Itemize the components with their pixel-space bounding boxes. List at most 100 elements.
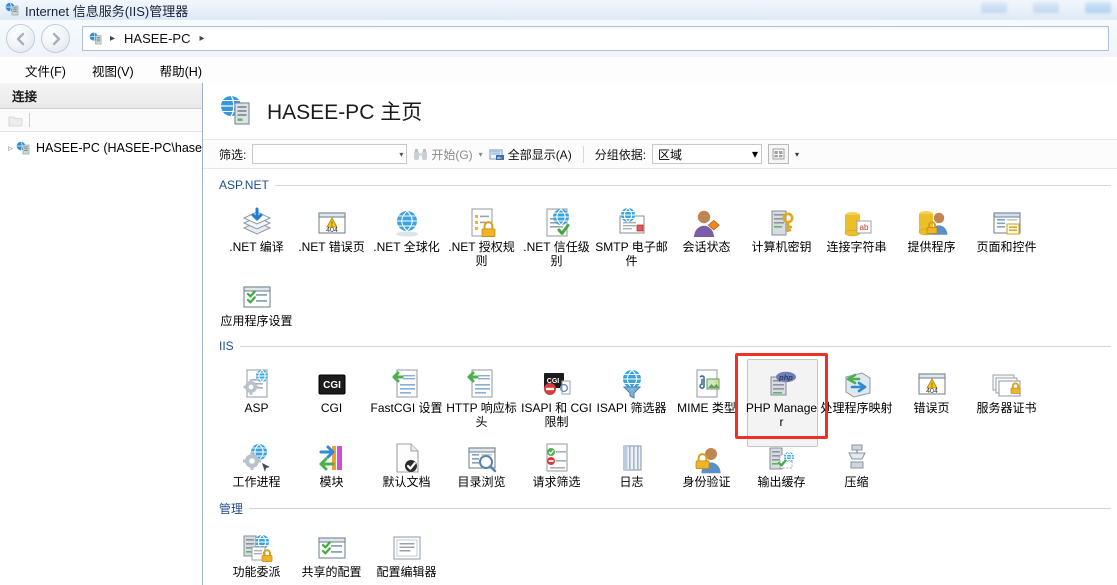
- breadcrumb-server[interactable]: HASEE-PC: [120, 31, 194, 46]
- connections-sidebar: 连接 ▹ HASEE-PC (HASEE-PC\hase: [0, 83, 203, 585]
- view-mode-icon[interactable]: [768, 144, 790, 164]
- feature-label: 模块: [319, 475, 344, 489]
- filter-go-caret[interactable]: ▾: [479, 150, 483, 159]
- feature-item[interactable]: ASP: [219, 357, 294, 431]
- feature-item[interactable]: 提供程序: [894, 196, 969, 270]
- title-bar: Internet 信息服务(IIS)管理器: [0, 0, 1117, 21]
- svg-text:404: 404: [326, 227, 338, 234]
- feature-item[interactable]: 模块: [294, 431, 369, 491]
- feature-item[interactable]: .NET 编译: [219, 196, 294, 270]
- feature-item[interactable]: .NET 授权规则: [444, 196, 519, 270]
- close-button[interactable]: [1085, 2, 1111, 13]
- feature-item[interactable]: 日志: [594, 431, 669, 491]
- feature-item[interactable]: SMTP 电子邮件: [594, 196, 669, 270]
- connect-folder-icon[interactable]: [8, 114, 23, 127]
- back-arrow-icon[interactable]: [6, 24, 35, 53]
- show-all-button[interactable]: ab 全部显示(A): [489, 146, 572, 163]
- feature-label: .NET 全球化: [373, 240, 440, 254]
- feature-label: 计算机密钥: [751, 240, 812, 254]
- menu-view[interactable]: 视图(V): [79, 58, 147, 83]
- feature-item[interactable]: 服务器证书: [969, 357, 1044, 431]
- feature-label: 提供程序: [907, 240, 956, 254]
- chevron-down-icon[interactable]: ▾: [752, 147, 758, 161]
- feature-label: FastCGI 设置: [370, 401, 443, 415]
- feature-item[interactable]: CGI CGI: [294, 357, 369, 431]
- server-certificates-icon: [990, 363, 1024, 401]
- feature-label: .NET 编译: [229, 240, 284, 254]
- feature-item[interactable]: 计算机密钥: [744, 196, 819, 270]
- section-header: IIS: [219, 339, 1117, 353]
- feature-label: 请求筛选: [532, 475, 581, 489]
- breadcrumb-separator-1: ▸: [110, 33, 116, 44]
- feature-item[interactable]: 应用程序设置: [219, 270, 294, 330]
- feature-item[interactable]: 默认文档: [369, 431, 444, 491]
- address-bar[interactable]: ▸ HASEE-PC ▸: [82, 26, 1109, 51]
- session-state-icon: [690, 202, 724, 240]
- feature-item[interactable]: 页面和控件: [969, 196, 1044, 270]
- groupby-label: 分组依据:: [594, 147, 647, 162]
- feature-item[interactable]: 请求筛选: [519, 431, 594, 491]
- tree-item-server[interactable]: ▹ HASEE-PC (HASEE-PC\hase: [0, 138, 202, 158]
- feature-item[interactable]: 输出缓存: [744, 431, 819, 491]
- menu-file[interactable]: 文件(F): [12, 58, 79, 83]
- tree-item-label: HASEE-PC (HASEE-PC\hase: [35, 141, 202, 155]
- forward-arrow-icon[interactable]: [41, 24, 70, 53]
- feature-item[interactable]: 功能委派: [219, 521, 294, 581]
- feature-item[interactable]: 会话状态: [669, 196, 744, 270]
- filter-label: 筛选:: [219, 147, 247, 162]
- feature-item[interactable]: 压缩: [819, 431, 894, 491]
- toolbar-separator: [29, 113, 30, 127]
- page-header: HASEE-PC 主页: [203, 83, 1117, 139]
- feature-item[interactable]: 身份验证: [669, 431, 744, 491]
- section-title: 管理: [219, 502, 244, 516]
- feature-item[interactable]: 目录浏览: [444, 431, 519, 491]
- error-pages-icon: ! 404: [915, 363, 949, 401]
- show-all-label: 全部显示(A): [507, 147, 572, 162]
- feature-item[interactable]: 共享的配置: [294, 521, 369, 581]
- providers-icon: [915, 202, 949, 240]
- filter-go-button[interactable]: 开始(G): [413, 146, 473, 163]
- feature-item[interactable]: 工作进程: [219, 431, 294, 491]
- isapi-filters-icon: [615, 363, 649, 401]
- isapi-cgi-restrictions-icon: CGI: [540, 363, 574, 401]
- connection-strings-icon: ab: [840, 202, 874, 240]
- view-mode-caret[interactable]: ▾: [795, 150, 799, 159]
- feature-label: CGI: [320, 401, 343, 415]
- menu-help[interactable]: 帮助(H): [147, 58, 215, 83]
- feature-item[interactable]: HTTP 响应标头: [444, 357, 519, 431]
- feature-item[interactable]: ab 连接字符串: [819, 196, 894, 270]
- feature-item[interactable]: .NET 全球化: [369, 196, 444, 270]
- feature-label: 日志: [619, 475, 644, 489]
- feature-grid: .NET 编译 ! 404 .NET 错误页 .NET 全球化 .NET 授权规则 .NET…: [219, 192, 1117, 330]
- filter-go-label: 开始(G): [431, 147, 473, 162]
- feature-item[interactable]: ! 404 .NET 错误页: [294, 196, 369, 270]
- feature-item[interactable]: php PHP Manager: [744, 357, 819, 447]
- menu-bar: 文件(F) 视图(V) 帮助(H): [0, 57, 1117, 84]
- iis-server-icon: [5, 2, 20, 19]
- chevron-right-icon[interactable]: ▹: [8, 143, 13, 154]
- show-all-icon: ab: [489, 148, 505, 161]
- cgi-icon: CGI: [315, 363, 349, 401]
- feature-item[interactable]: .NET 信任级别: [519, 196, 594, 270]
- window-controls[interactable]: [981, 2, 1111, 13]
- directory-browsing-icon: [465, 437, 499, 475]
- chevron-down-icon[interactable]: ▾: [399, 150, 403, 159]
- feature-item[interactable]: CGI ISAPI 和 CGI 限制: [519, 357, 594, 431]
- feature-item[interactable]: MIME 类型: [669, 357, 744, 431]
- feature-item[interactable]: ISAPI 筛选器: [594, 357, 669, 431]
- connections-tree: ▹ HASEE-PC (HASEE-PC\hase: [0, 132, 202, 158]
- feature-label: .NET 信任级别: [523, 240, 590, 268]
- groupby-select[interactable]: 区域 ▾: [652, 144, 763, 164]
- feature-item[interactable]: 处理程序映射: [819, 357, 894, 431]
- feature-item[interactable]: ! 404 错误页: [894, 357, 969, 431]
- breadcrumb-separator-2[interactable]: ▸: [195, 33, 210, 44]
- maximize-button[interactable]: [1033, 2, 1059, 13]
- feature-label: 输出缓存: [757, 475, 806, 489]
- feature-item[interactable]: 配置编辑器: [369, 521, 444, 581]
- minimize-button[interactable]: [981, 2, 1007, 13]
- feature-item[interactable]: FastCGI 设置: [369, 357, 444, 431]
- svg-text:ab: ab: [859, 223, 868, 232]
- window-title: Internet 信息服务(IIS)管理器: [25, 3, 189, 19]
- feature-label: ISAPI 筛选器: [596, 401, 667, 415]
- filter-input[interactable]: ▾: [252, 144, 408, 164]
